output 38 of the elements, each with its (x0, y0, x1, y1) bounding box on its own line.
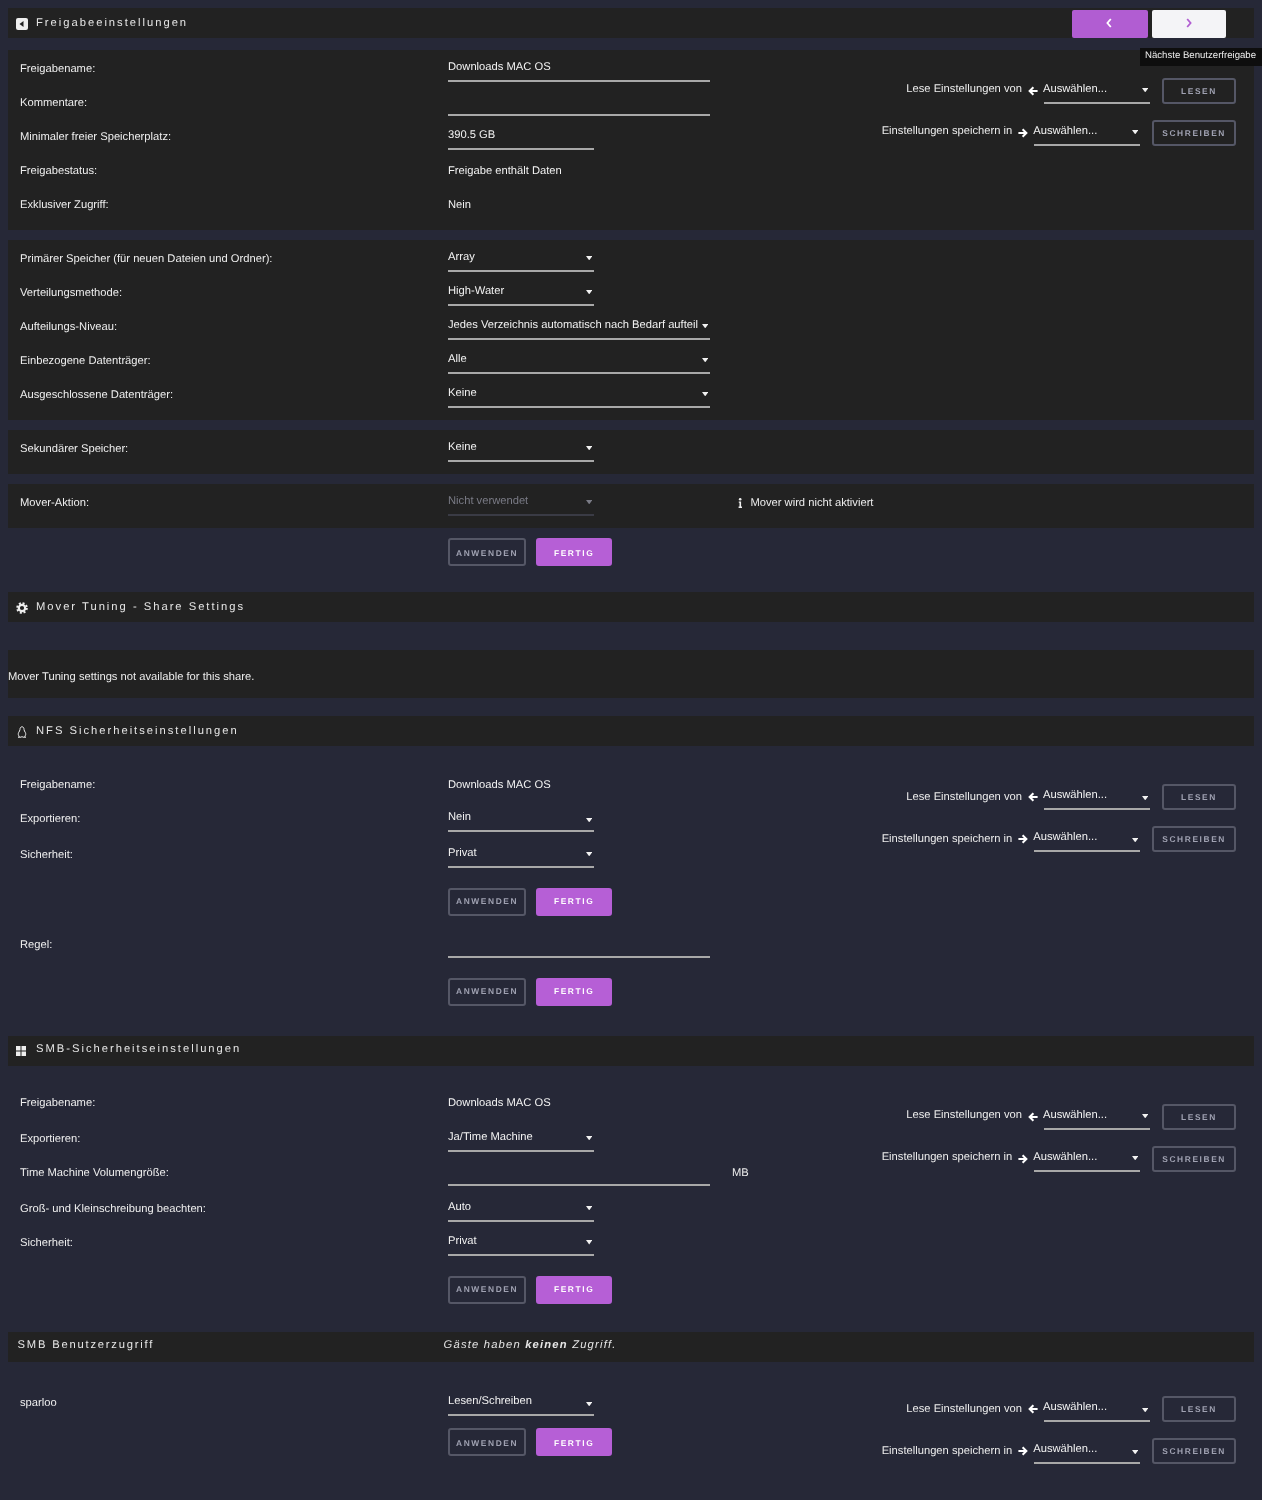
arrow-right-icon (1018, 127, 1029, 137)
caret-icon (1131, 837, 1139, 842)
caret-icon (585, 1136, 592, 1141)
info-icon (738, 498, 743, 508)
penguin-icon (16, 725, 28, 737)
chevron-right-icon (1185, 18, 1192, 28)
caret-icon (1141, 795, 1148, 800)
caret-icon (1141, 1113, 1148, 1119)
arrow-right-icon (1018, 1153, 1029, 1164)
caret-icon (701, 357, 708, 363)
caret-icon (585, 499, 592, 505)
caret-icon (585, 289, 592, 295)
four-squares-icon (16, 1045, 26, 1056)
gear-icon (16, 601, 28, 613)
next-button[interactable] (1151, 9, 1226, 37)
previous-button[interactable] (1072, 9, 1147, 37)
caret-icon (701, 391, 708, 397)
caret-icon (585, 445, 592, 451)
caret-icon (585, 1205, 592, 1211)
caret-icon (585, 852, 592, 857)
caret-icon (585, 817, 592, 822)
arrow-right-icon (1018, 834, 1029, 845)
caret-icon (702, 323, 709, 329)
caret-icon (1141, 1407, 1148, 1413)
arrow-left-icon (1028, 792, 1038, 803)
arrow-left-icon (1028, 1111, 1038, 1122)
chevron-left-icon (1106, 18, 1113, 28)
caret-icon (585, 1240, 592, 1246)
arrow-right-icon (1018, 1446, 1029, 1457)
caret-icon (1131, 1155, 1139, 1161)
caret-icon (585, 255, 592, 261)
arrow-left-icon (1028, 85, 1038, 95)
arrow-left-icon (1028, 1404, 1038, 1415)
caret-icon (1141, 87, 1148, 93)
caret-icon (1131, 129, 1139, 135)
caret-icon (1131, 1449, 1139, 1455)
caret-icon (585, 1401, 592, 1407)
square-arrow-icon (16, 17, 28, 29)
